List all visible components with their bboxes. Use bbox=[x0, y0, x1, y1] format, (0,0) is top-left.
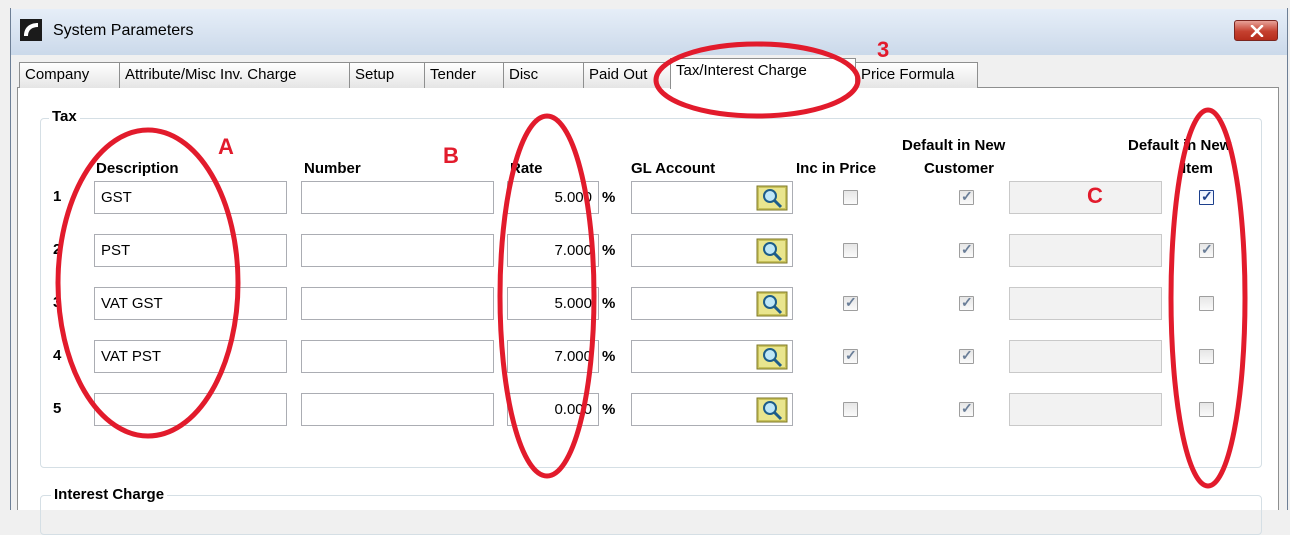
tax-group-legend: Tax bbox=[49, 108, 80, 125]
gl-account-lookup-icon[interactable] bbox=[756, 290, 790, 318]
tab-paid-out[interactable]: Paid Out bbox=[583, 62, 671, 88]
description-input[interactable] bbox=[94, 393, 287, 426]
row-number: 3 bbox=[53, 294, 62, 311]
default-customer-checkbox[interactable] bbox=[959, 188, 974, 205]
header-default-item-line1: Default in New bbox=[1128, 137, 1232, 154]
number-input[interactable] bbox=[301, 340, 494, 373]
close-button[interactable] bbox=[1234, 20, 1278, 41]
tab-price-formula[interactable]: Price Formula bbox=[855, 62, 978, 88]
row-number: 2 bbox=[53, 241, 62, 258]
window-title: System Parameters bbox=[53, 22, 194, 39]
percent-label: % bbox=[602, 401, 616, 418]
description-input[interactable] bbox=[94, 287, 287, 320]
header-description: Description bbox=[96, 160, 179, 177]
tab-tender[interactable]: Tender bbox=[424, 62, 504, 88]
default-item-checkbox[interactable] bbox=[1199, 188, 1214, 205]
description-input[interactable] bbox=[94, 340, 287, 373]
title-bar bbox=[11, 9, 1287, 55]
inc-in-price-checkbox[interactable] bbox=[843, 347, 858, 364]
default-customer-checkbox[interactable] bbox=[959, 347, 974, 364]
header-number: Number bbox=[304, 160, 361, 177]
disabled-field bbox=[1009, 181, 1162, 214]
row-number: 4 bbox=[53, 347, 62, 364]
disabled-field bbox=[1009, 393, 1162, 426]
header-inc-in-price: Inc in Price bbox=[796, 160, 877, 177]
tab-attribute-misc-inv-charge[interactable]: Attribute/Misc Inv. Charge bbox=[119, 62, 350, 88]
default-item-checkbox[interactable] bbox=[1199, 349, 1214, 364]
gl-account-lookup-icon[interactable] bbox=[756, 396, 790, 424]
tab-setup[interactable]: Setup bbox=[349, 62, 425, 88]
tab-tax-interest-charge[interactable]: Tax/Interest Charge bbox=[670, 58, 856, 89]
header-default-customer-line2: Customer bbox=[924, 160, 995, 177]
description-input[interactable] bbox=[94, 234, 287, 267]
tab-company[interactable]: Company bbox=[19, 62, 120, 88]
row-number: 5 bbox=[53, 400, 62, 417]
default-customer-checkbox[interactable] bbox=[959, 294, 974, 311]
inc-in-price-checkbox[interactable] bbox=[843, 294, 858, 311]
gl-account-lookup-icon[interactable] bbox=[756, 184, 790, 212]
tab-disc[interactable]: Disc bbox=[503, 62, 584, 88]
inc-in-price-checkbox[interactable] bbox=[843, 190, 858, 205]
default-customer-checkbox[interactable] bbox=[959, 400, 974, 417]
default-customer-checkbox[interactable] bbox=[959, 241, 974, 258]
percent-label: % bbox=[602, 242, 616, 259]
disabled-field bbox=[1009, 340, 1162, 373]
default-item-checkbox[interactable] bbox=[1199, 296, 1214, 311]
percent-label: % bbox=[602, 348, 616, 365]
inc-in-price-checkbox[interactable] bbox=[843, 243, 858, 258]
default-item-checkbox[interactable] bbox=[1199, 402, 1214, 417]
rate-input[interactable] bbox=[507, 340, 599, 373]
gl-account-lookup-icon[interactable] bbox=[756, 237, 790, 265]
number-input[interactable] bbox=[301, 393, 494, 426]
description-input[interactable] bbox=[94, 181, 287, 214]
inc-in-price-checkbox[interactable] bbox=[843, 402, 858, 417]
interest-charge-legend: Interest Charge bbox=[51, 486, 168, 503]
disabled-field bbox=[1009, 234, 1162, 267]
header-default-customer-line1: Default in New bbox=[902, 137, 1006, 154]
percent-label: % bbox=[602, 295, 616, 312]
header-gl-account: GL Account bbox=[631, 160, 716, 177]
percent-label: % bbox=[602, 189, 616, 206]
annotation-3: 3 bbox=[877, 37, 890, 62]
close-icon bbox=[1250, 25, 1264, 37]
annotation-b: B bbox=[443, 143, 459, 168]
rate-input[interactable] bbox=[507, 287, 599, 320]
header-rate: Rate bbox=[510, 160, 543, 177]
rate-input[interactable] bbox=[507, 181, 599, 214]
interest-charge-group bbox=[40, 495, 1262, 535]
app-logo-icon bbox=[20, 19, 42, 41]
number-input[interactable] bbox=[301, 181, 494, 214]
gl-account-lookup-icon[interactable] bbox=[756, 343, 790, 371]
rate-input[interactable] bbox=[507, 393, 599, 426]
annotation-a: A bbox=[218, 134, 234, 159]
annotation-c: C bbox=[1087, 183, 1103, 208]
header-default-item-line2: Item bbox=[1182, 160, 1213, 177]
row-number: 1 bbox=[53, 188, 62, 205]
disabled-field bbox=[1009, 287, 1162, 320]
number-input[interactable] bbox=[301, 234, 494, 267]
default-item-checkbox[interactable] bbox=[1199, 241, 1214, 258]
number-input[interactable] bbox=[301, 287, 494, 320]
rate-input[interactable] bbox=[507, 234, 599, 267]
